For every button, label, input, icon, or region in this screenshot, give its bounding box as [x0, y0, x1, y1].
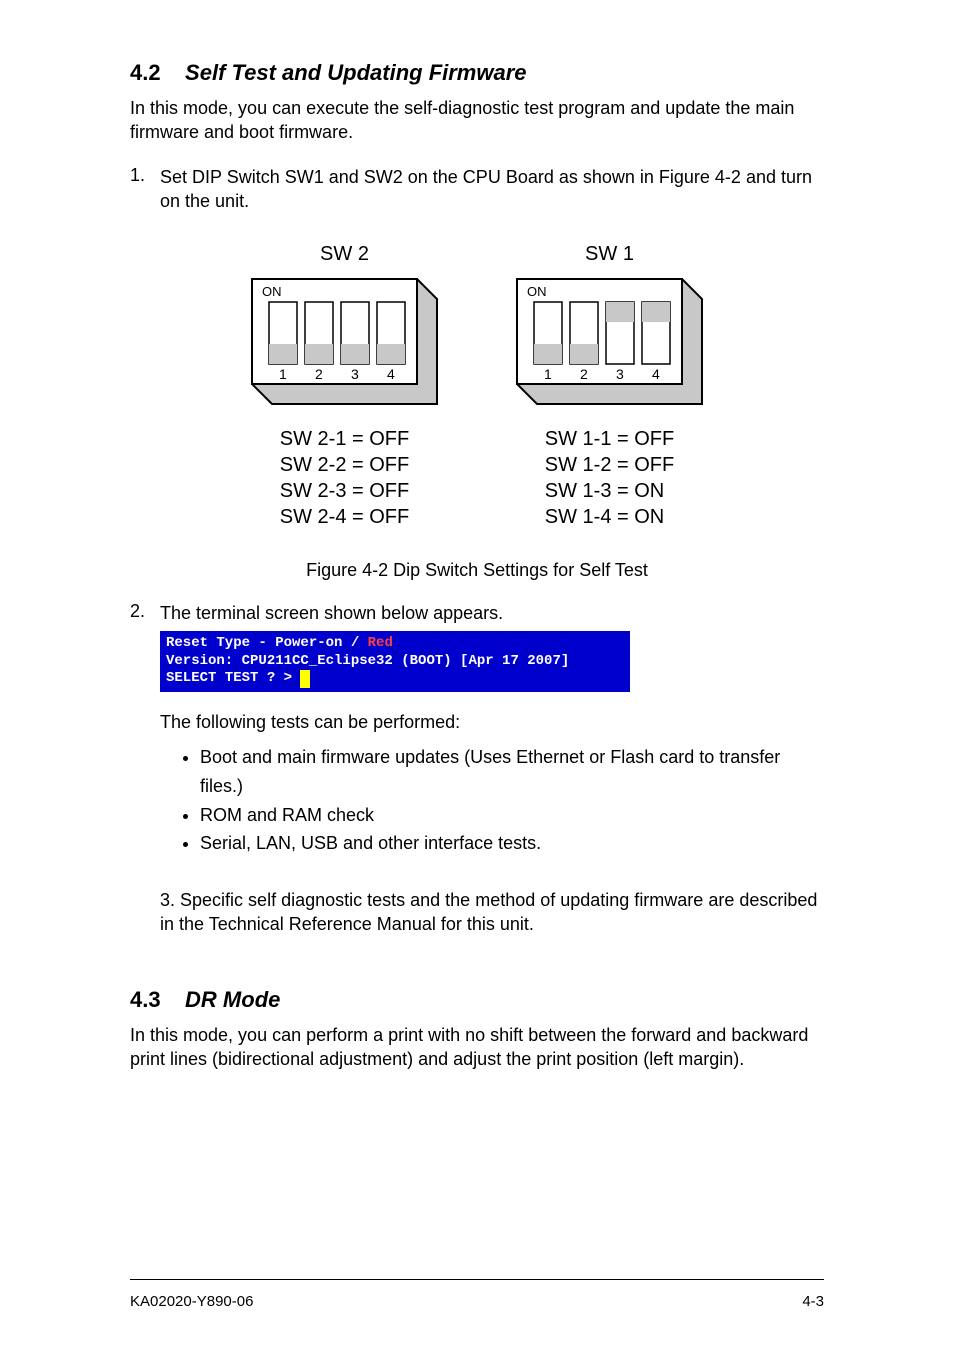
svg-text:3: 3: [616, 366, 624, 382]
terminal-line-1: Reset Type - Power-on / Red: [166, 635, 624, 653]
sw-line: SW 1-2 = OFF: [545, 452, 674, 478]
step-text: Specific self diagnostic tests and the m…: [160, 890, 817, 934]
terminal-line-3: SELECT TEST ? > _: [166, 670, 624, 688]
intro-text: In this mode, you can execute the self-d…: [130, 96, 824, 145]
sw-line: SW 2-2 = OFF: [280, 452, 409, 478]
sw-line: SW 1-4 = ON: [545, 504, 674, 530]
section-header: 4.2 Self Test and Updating Firmware: [130, 60, 824, 86]
step-num: 2.: [130, 601, 160, 625]
tests-label: The following tests can be performed:: [160, 712, 824, 733]
sw1-list: SW 1-1 = OFF SW 1-2 = OFF SW 1-3 = ON SW…: [545, 426, 674, 530]
on-label: ON: [262, 284, 282, 299]
terminal-red-text: Red: [368, 635, 393, 651]
step-1: 1. Set DIP Switch SW1 and SW2 on the CPU…: [130, 165, 824, 214]
doc-id: KA02020-Y890-06: [130, 1293, 253, 1310]
section-number: 4.2: [130, 60, 161, 85]
sw-line: SW 1-3 = ON: [545, 478, 674, 504]
terminal-output: Reset Type - Power-on / Red Version: CPU…: [160, 631, 630, 692]
sw-line: SW 2-4 = OFF: [280, 504, 409, 530]
next-section-text: In this mode, you can perform a print wi…: [130, 1023, 824, 1072]
sw-line: SW 2-3 = OFF: [280, 478, 409, 504]
step-3: 3. Specific self diagnostic tests and th…: [160, 888, 824, 937]
dip-title: SW 2: [320, 243, 369, 266]
dip-sw2-graphic: ON 1 2 3 4: [247, 274, 442, 414]
sw-line: SW 2-1 = OFF: [280, 426, 409, 452]
step-2: 2. The terminal screen shown below appea…: [130, 601, 824, 625]
page-footer: KA02020-Y890-06 4-3: [130, 1293, 824, 1310]
svg-text:4: 4: [652, 366, 660, 382]
svg-text:1: 1: [279, 366, 287, 382]
dip-sw1-graphic: ON 1 2 3 4: [512, 274, 707, 414]
tests-list: Boot and main firmware updates (Uses Eth…: [200, 743, 824, 858]
figure-caption: Figure 4-2 Dip Switch Settings for Self …: [130, 560, 824, 581]
sw2-list: SW 2-1 = OFF SW 2-2 = OFF SW 2-3 = OFF S…: [280, 426, 409, 530]
step-num: 3.: [160, 890, 175, 910]
cursor-icon: _: [300, 670, 310, 688]
page-number: 4-3: [802, 1293, 824, 1310]
dip-sw1: SW 1 ON 1 2 3 4 SW 1-1 = OFF SW 1-2 = OF…: [512, 243, 707, 530]
list-item: Serial, LAN, USB and other interface tes…: [200, 829, 824, 858]
step-text: The terminal screen shown below appears.: [160, 601, 503, 625]
sw-line: SW 1-1 = OFF: [545, 426, 674, 452]
svg-text:2: 2: [315, 366, 323, 382]
terminal-line-2: Version: CPU211CC_Eclipse32 (BOOT) [Apr …: [166, 653, 624, 671]
svg-text:1: 1: [544, 366, 552, 382]
svg-text:4: 4: [387, 366, 395, 382]
footer-divider: [130, 1279, 824, 1280]
svg-text:2: 2: [580, 366, 588, 382]
list-item: ROM and RAM check: [200, 801, 824, 830]
list-item: Boot and main firmware updates (Uses Eth…: [200, 743, 824, 801]
section-number: 4.3: [130, 987, 161, 1012]
dip-switch-figure: SW 2 ON 1 2 3 4 SW 2-1 = OFF SW 2-2 = OF…: [130, 243, 824, 530]
dip-sw2: SW 2 ON 1 2 3 4 SW 2-1 = OFF SW 2-2 = OF…: [247, 243, 442, 530]
section-title: Self Test and Updating Firmware: [185, 60, 526, 85]
step-text: Set DIP Switch SW1 and SW2 on the CPU Bo…: [160, 165, 824, 214]
step-num: 1.: [130, 165, 160, 214]
dip-title: SW 1: [585, 243, 634, 266]
svg-text:3: 3: [351, 366, 359, 382]
on-label: ON: [527, 284, 547, 299]
next-section-header: 4.3 DR Mode: [130, 987, 824, 1013]
section-title: DR Mode: [185, 987, 280, 1012]
